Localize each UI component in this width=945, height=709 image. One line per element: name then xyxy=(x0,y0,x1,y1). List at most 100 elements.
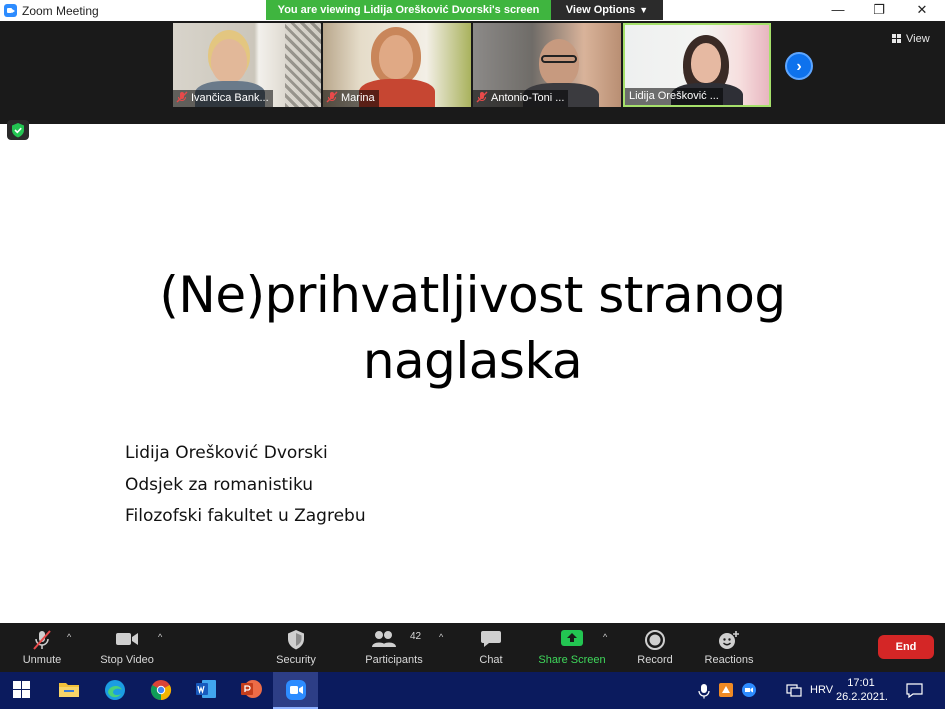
end-meeting-button[interactable]: End xyxy=(878,635,934,659)
shield-check-icon xyxy=(12,123,24,138)
taskbar-zoom-active[interactable] xyxy=(273,672,318,709)
taskbar-clock[interactable]: 17:01 26.2.2021. xyxy=(836,676,888,704)
slide-title-line: (Ne)prihvatljivost stranog xyxy=(159,266,786,324)
participant-head xyxy=(379,35,413,79)
reactions-button[interactable]: Reactions xyxy=(700,623,758,672)
audio-options-caret-icon[interactable]: ^ xyxy=(67,632,71,642)
slide-title-line: naglaska xyxy=(362,332,583,390)
participants-options-caret-icon[interactable]: ^ xyxy=(439,632,443,642)
zoom-app-icon xyxy=(4,4,17,17)
word-app-icon xyxy=(196,680,216,698)
notifications-icon[interactable] xyxy=(906,683,923,698)
record-label: Record xyxy=(637,654,673,666)
gallery-next-button[interactable]: › xyxy=(785,52,813,80)
share-options-caret-icon[interactable]: ^ xyxy=(603,632,607,642)
participant-name-tag: Lidija Orešković ... xyxy=(625,88,723,105)
zoom-app-icon xyxy=(286,680,306,700)
participants-icon xyxy=(371,631,396,647)
mic-muted-icon xyxy=(476,91,488,103)
stop-video-button[interactable]: Stop Video xyxy=(96,623,158,672)
window-title-bar: Zoom Meeting You are viewing Lidija Oreš… xyxy=(0,0,945,21)
tray-app-icon[interactable] xyxy=(719,683,733,697)
participant-tile-active-speaker[interactable]: Lidija Orešković ... xyxy=(623,23,771,107)
keyboard-language[interactable]: HRV xyxy=(810,684,833,696)
window-title: Zoom Meeting xyxy=(22,4,99,18)
participant-head xyxy=(211,39,247,83)
stop-video-label: Stop Video xyxy=(100,654,154,666)
participant-name: Antonio-Toni ... xyxy=(491,92,565,104)
unmute-label: Unmute xyxy=(22,654,62,666)
tray-microphone-icon[interactable] xyxy=(698,683,710,699)
slide-author-block: Lidija Orešković Dvorski Odsjek za roman… xyxy=(125,440,366,535)
taskbar-file-explorer[interactable] xyxy=(46,672,91,709)
tray-zoom-icon[interactable] xyxy=(742,683,756,697)
start-button[interactable] xyxy=(0,672,45,709)
slide-author: Lidija Orešković Dvorski xyxy=(125,443,328,463)
taskbar-powerpoint[interactable] xyxy=(228,672,273,709)
record-icon xyxy=(645,630,665,650)
folder-icon xyxy=(59,683,79,697)
gallery-view-button[interactable]: View xyxy=(892,33,930,45)
taskbar-edge[interactable] xyxy=(92,672,137,709)
participant-tile[interactable]: Antonio-Toni ... xyxy=(473,23,621,107)
video-options-caret-icon[interactable]: ^ xyxy=(158,632,162,642)
network-icon[interactable] xyxy=(786,684,802,697)
meeting-controls-toolbar: Unmute ^ Stop Video ^ Security 42 Partic… xyxy=(0,623,945,672)
record-button[interactable]: Record xyxy=(630,623,680,672)
unmute-button[interactable]: Unmute xyxy=(16,623,68,672)
windows-taskbar: HRV 17:01 26.2.2021. xyxy=(0,672,945,709)
chrome-browser-icon xyxy=(150,680,172,701)
participant-name: Marina xyxy=(341,92,375,104)
reactions-label: Reactions xyxy=(704,654,754,666)
participants-button[interactable]: 42 Participants xyxy=(362,623,426,672)
chat-bubble-icon xyxy=(481,631,501,647)
mic-muted-icon xyxy=(33,630,51,650)
minimize-button[interactable]: — xyxy=(815,0,861,21)
participant-name-tag: Marina xyxy=(323,90,379,107)
participant-head xyxy=(539,39,579,87)
participant-tile[interactable]: Marina xyxy=(323,23,471,107)
security-button[interactable]: Security xyxy=(270,623,322,672)
participant-head xyxy=(691,43,721,83)
share-screen-label: Share Screen xyxy=(538,654,606,666)
edge-browser-icon xyxy=(105,680,125,700)
shield-icon xyxy=(288,630,304,650)
reactions-smiley-icon xyxy=(719,631,739,649)
chat-label: Chat xyxy=(479,654,503,666)
glasses xyxy=(541,55,577,63)
taskbar-word[interactable] xyxy=(183,672,228,709)
viewing-screen-banner: You are viewing Lidija Orešković Dvorski… xyxy=(266,0,551,20)
security-label: Security xyxy=(276,654,316,666)
participant-name: Ivančica Bank... xyxy=(191,92,269,104)
grid-view-icon xyxy=(892,34,901,43)
participants-count: 42 xyxy=(410,631,422,642)
view-options-label: View Options xyxy=(565,4,636,16)
share-screen-button[interactable]: Share Screen xyxy=(536,623,608,672)
participant-tile[interactable]: Ivančica Bank... xyxy=(173,23,321,107)
slide-faculty: Filozofski fakultet u Zagrebu xyxy=(125,506,366,526)
taskbar-chrome[interactable] xyxy=(138,672,183,709)
video-camera-icon xyxy=(116,633,138,645)
participant-name-tag: Antonio-Toni ... xyxy=(473,90,569,107)
slide-department: Odsjek za romanistiku xyxy=(125,474,314,495)
mic-muted-icon xyxy=(326,91,338,103)
powerpoint-app-icon xyxy=(241,680,262,698)
clock-date: 26.2.2021. xyxy=(836,691,888,703)
share-screen-icon xyxy=(561,630,583,646)
mic-muted-icon xyxy=(176,91,188,103)
participant-name: Lidija Orešković ... xyxy=(629,90,719,102)
close-button[interactable]: ✕ xyxy=(899,0,945,21)
chat-button[interactable]: Chat xyxy=(466,623,516,672)
chevron-down-icon: ▼ xyxy=(639,5,649,15)
view-label: View xyxy=(906,33,930,45)
chevron-right-icon: › xyxy=(796,58,802,75)
view-options-button[interactable]: View Options ▼ xyxy=(551,0,663,20)
participants-label: Participants xyxy=(365,654,423,666)
clock-time: 17:01 xyxy=(847,677,875,689)
participant-gallery: Ivančica Bank... Marina Antonio-Toni ...… xyxy=(0,21,945,124)
encryption-shield-button[interactable] xyxy=(7,120,29,140)
restore-button[interactable]: ❐ xyxy=(856,0,902,21)
participant-name-tag: Ivančica Bank... xyxy=(173,90,273,107)
wall-artwork xyxy=(285,23,321,107)
windows-logo-icon xyxy=(13,681,30,698)
